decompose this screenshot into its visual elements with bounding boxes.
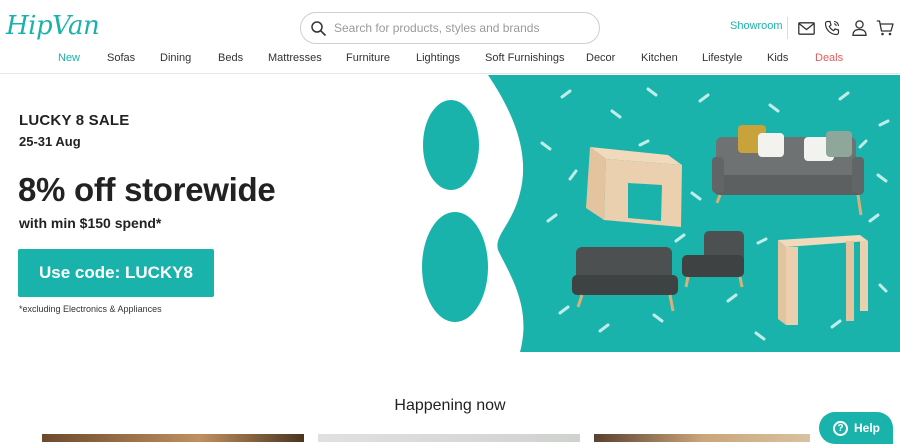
promo-tile-1[interactable] — [42, 434, 304, 442]
confetti-decoration — [540, 87, 890, 341]
promo-tile-3[interactable] — [594, 434, 810, 442]
sale-subline: with min $150 spend* — [19, 215, 162, 231]
sale-dates: 25-31 Aug — [19, 134, 81, 149]
wooden-desk-graphic — [586, 147, 682, 227]
search-bar[interactable] — [300, 12, 600, 44]
nav-item-soft-furnishings[interactable]: Soft Furnishings — [485, 52, 564, 64]
header-divider — [787, 17, 788, 39]
nav-item-beds[interactable]: Beds — [218, 52, 243, 64]
phone-icon[interactable] — [823, 19, 841, 37]
promo-code-button[interactable]: Use code: LUCKY8 — [18, 249, 214, 297]
site-header: HipVan Showroom New Sofas Dining Beds Ma… — [0, 0, 900, 74]
hero-banner[interactable]: LUCKY 8 SALE 25-31 Aug 8% off storewide … — [0, 75, 900, 352]
grey-sofa-graphic — [712, 125, 864, 216]
mail-icon[interactable] — [797, 19, 815, 37]
help-label: Help — [854, 421, 881, 435]
sale-title: LUCKY 8 SALE — [19, 112, 130, 129]
grey-loveseat-graphic — [572, 247, 678, 312]
numeral-eight-graphic — [399, 75, 524, 352]
hipvan-logo[interactable]: HipVan — [6, 11, 100, 41]
help-button[interactable]: ? Help — [819, 412, 893, 444]
nav-item-new[interactable]: New — [58, 52, 80, 64]
search-icon — [311, 20, 326, 36]
showroom-link[interactable]: Showroom — [730, 20, 783, 32]
section-heading: Happening now — [394, 397, 506, 414]
help-icon: ? — [833, 420, 848, 436]
category-nav: New Sofas Dining Beds Mattresses Furnitu… — [0, 52, 900, 68]
nav-item-furniture[interactable]: Furniture — [346, 52, 390, 64]
nav-item-lifestyle[interactable]: Lifestyle — [702, 52, 742, 64]
grey-armchair-graphic — [682, 231, 744, 288]
nav-item-kitchen[interactable]: Kitchen — [641, 52, 678, 64]
cart-icon[interactable] — [876, 19, 894, 37]
user-icon[interactable] — [850, 19, 868, 37]
sale-headline: 8% off storewide — [18, 171, 276, 208]
nav-item-dining[interactable]: Dining — [160, 52, 191, 64]
nav-item-lightings[interactable]: Lightings — [416, 52, 460, 64]
nav-item-sofas[interactable]: Sofas — [107, 52, 135, 64]
nav-item-kids[interactable]: Kids — [767, 52, 788, 64]
sale-disclaimer: *excluding Electronics & Appliances — [19, 304, 162, 314]
search-input[interactable] — [334, 21, 584, 35]
promo-tile-2[interactable] — [318, 434, 580, 442]
nav-item-mattresses[interactable]: Mattresses — [268, 52, 322, 64]
wooden-console-graphic — [778, 235, 868, 325]
nav-item-decor[interactable]: Decor — [586, 52, 615, 64]
nav-item-deals[interactable]: Deals — [815, 52, 843, 64]
